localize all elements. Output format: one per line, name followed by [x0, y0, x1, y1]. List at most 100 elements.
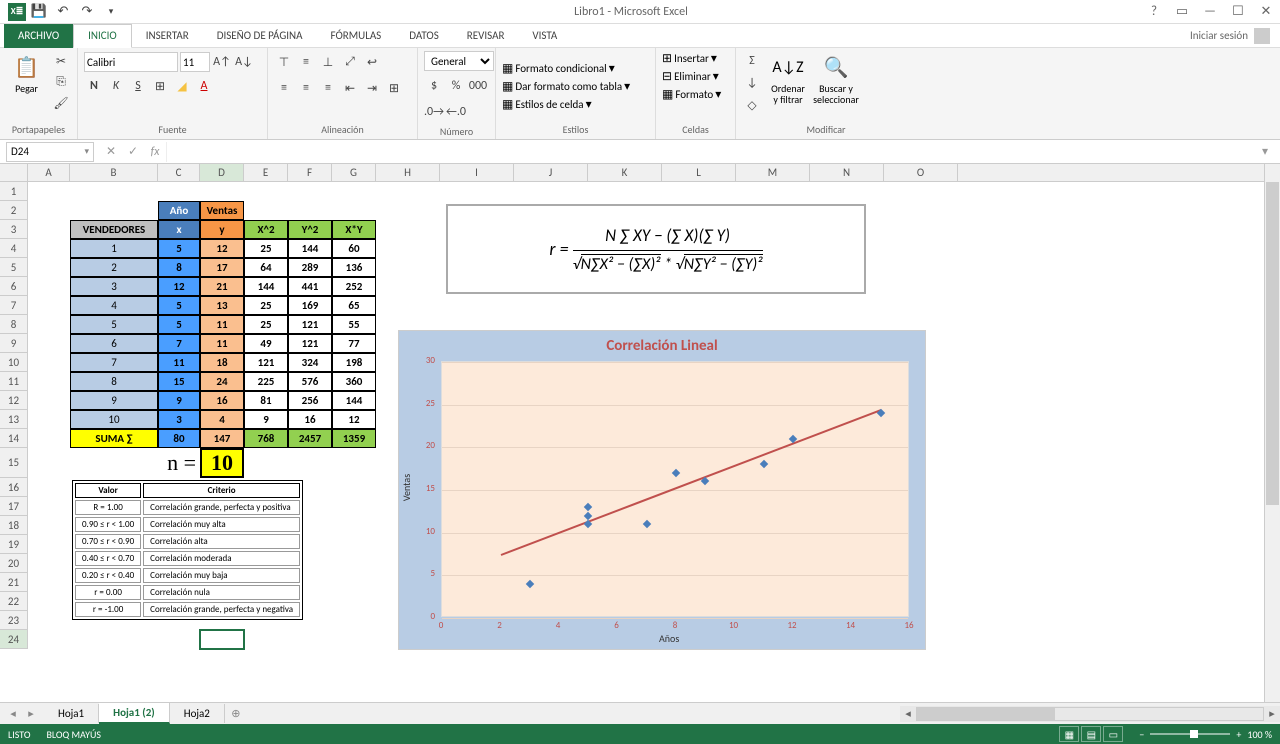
- delete-cells-button[interactable]: ⊟ Eliminar ▾: [662, 69, 719, 84]
- cell[interactable]: 136: [332, 258, 376, 277]
- align-center-icon[interactable]: ≡: [296, 78, 316, 98]
- row-header[interactable]: 4: [0, 239, 27, 258]
- cell[interactable]: 5: [158, 296, 200, 315]
- cell[interactable]: 9: [70, 391, 158, 410]
- redo-icon[interactable]: ↷: [76, 3, 98, 21]
- ribbon-options-icon[interactable]: ▭: [1168, 1, 1196, 23]
- row-header[interactable]: 8: [0, 315, 27, 334]
- copy-icon[interactable]: ⎘: [51, 72, 71, 92]
- align-right-icon[interactable]: ≡: [318, 78, 338, 98]
- cell[interactable]: 9: [244, 410, 288, 429]
- align-top-icon[interactable]: ⊤: [274, 52, 294, 72]
- font-size-select[interactable]: [180, 52, 210, 72]
- cell[interactable]: 4: [70, 296, 158, 315]
- sheet-nav-next-icon[interactable]: ▸: [22, 707, 40, 720]
- align-middle-icon[interactable]: ≡: [296, 52, 316, 72]
- cell[interactable]: 121: [288, 334, 332, 353]
- row-header[interactable]: 10: [0, 353, 27, 372]
- column-header[interactable]: F: [288, 164, 332, 181]
- indent-inc-icon[interactable]: ⇥: [362, 78, 382, 98]
- column-header[interactable]: B: [70, 164, 158, 181]
- column-header[interactable]: O: [884, 164, 958, 181]
- percent-icon[interactable]: %: [446, 76, 466, 96]
- cell[interactable]: 7: [70, 353, 158, 372]
- cell[interactable]: Y^2: [288, 220, 332, 239]
- cell[interactable]: 13: [200, 296, 244, 315]
- cell[interactable]: 55: [332, 315, 376, 334]
- cancel-formula-icon[interactable]: ✕: [100, 144, 122, 159]
- cell[interactable]: 15: [158, 372, 200, 391]
- view-normal-icon[interactable]: ▦: [1059, 726, 1079, 742]
- zoom-in-icon[interactable]: +: [1236, 728, 1241, 741]
- tab-datos[interactable]: DATOS: [395, 24, 453, 48]
- row-header[interactable]: 16: [0, 478, 27, 497]
- clear-icon[interactable]: ◇: [742, 95, 762, 115]
- inc-decimal-icon[interactable]: .0→: [424, 102, 444, 122]
- row-header[interactable]: 22: [0, 592, 27, 611]
- number-format-select[interactable]: General: [424, 51, 494, 71]
- cell[interactable]: 21: [200, 277, 244, 296]
- row-header[interactable]: 5: [0, 258, 27, 277]
- cell[interactable]: 25: [244, 239, 288, 258]
- cell[interactable]: 289: [288, 258, 332, 277]
- cell[interactable]: Ventas: [200, 201, 244, 220]
- cell[interactable]: 1: [70, 239, 158, 258]
- cell[interactable]: 2: [70, 258, 158, 277]
- format-cells-button[interactable]: ▦ Formato ▾: [662, 87, 721, 102]
- row-header[interactable]: 15: [0, 448, 27, 478]
- cell[interactable]: 144: [244, 277, 288, 296]
- cell[interactable]: 169: [288, 296, 332, 315]
- column-header[interactable]: H: [376, 164, 440, 181]
- currency-icon[interactable]: $: [424, 76, 444, 96]
- column-headers[interactable]: ABCDEFGHIJKLMNO: [28, 164, 1264, 182]
- cell[interactable]: 81: [244, 391, 288, 410]
- column-header[interactable]: E: [244, 164, 288, 181]
- cell[interactable]: 49: [244, 334, 288, 353]
- cell[interactable]: 8: [158, 258, 200, 277]
- cell[interactable]: 12: [332, 410, 376, 429]
- cell[interactable]: 16: [200, 391, 244, 410]
- paste-button[interactable]: 📋 Pegar: [6, 51, 47, 96]
- cell[interactable]: 10: [70, 410, 158, 429]
- add-sheet-icon[interactable]: ⊕: [225, 707, 247, 720]
- zoom-level[interactable]: 100 %: [1247, 728, 1272, 741]
- table-format-button[interactable]: ▦ Dar formato como tabla ▾: [502, 79, 630, 94]
- row-header[interactable]: 14: [0, 429, 27, 448]
- column-header[interactable]: K: [588, 164, 662, 181]
- row-header[interactable]: 3: [0, 220, 27, 239]
- cell[interactable]: 11: [200, 315, 244, 334]
- tab-insertar[interactable]: INSERTAR: [132, 24, 203, 48]
- cell[interactable]: 5: [158, 315, 200, 334]
- cell[interactable]: SUMA ∑: [70, 429, 158, 448]
- column-header[interactable]: A: [28, 164, 70, 181]
- row-header[interactable]: 11: [0, 372, 27, 391]
- select-all-button[interactable]: [0, 164, 28, 182]
- cell[interactable]: 11: [158, 353, 200, 372]
- row-header[interactable]: 23: [0, 611, 27, 630]
- row-header[interactable]: 12: [0, 391, 27, 410]
- cell[interactable]: 8: [70, 372, 158, 391]
- zoom-out-icon[interactable]: −: [1139, 728, 1144, 741]
- cell[interactable]: y: [200, 220, 244, 239]
- cell[interactable]: 121: [244, 353, 288, 372]
- column-header[interactable]: I: [440, 164, 514, 181]
- signin[interactable]: Iniciar sesión: [1190, 28, 1280, 44]
- increase-font-icon[interactable]: A↑: [212, 52, 232, 72]
- format-painter-icon[interactable]: 🖌: [51, 93, 71, 113]
- cell[interactable]: 7: [158, 334, 200, 353]
- fill-color-icon[interactable]: ◢: [172, 76, 192, 96]
- cell[interactable]: X^2: [244, 220, 288, 239]
- conditional-format-button[interactable]: ▦ Formato condicional ▾: [502, 61, 615, 76]
- align-left-icon[interactable]: ≡: [274, 78, 294, 98]
- cell[interactable]: 18: [200, 353, 244, 372]
- cell[interactable]: 25: [244, 296, 288, 315]
- cell[interactable]: 324: [288, 353, 332, 372]
- cell[interactable]: VENDEDORES: [70, 220, 158, 239]
- cell-styles-button[interactable]: ▦ Estilos de celda ▾: [502, 97, 592, 112]
- row-header[interactable]: 1: [0, 182, 27, 201]
- row-header[interactable]: 20: [0, 554, 27, 573]
- row-header[interactable]: 2: [0, 201, 27, 220]
- font-color-icon[interactable]: A: [194, 76, 214, 96]
- orientation-icon[interactable]: ⤢: [340, 52, 360, 72]
- cell[interactable]: 10: [200, 448, 244, 478]
